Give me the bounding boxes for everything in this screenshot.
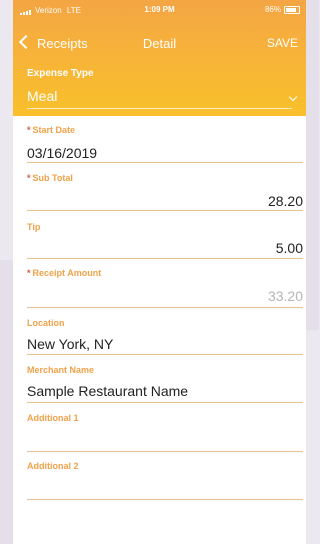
expense-type-label: Expense Type: [27, 68, 94, 79]
tip-input[interactable]: 5.00: [276, 240, 303, 256]
divider: [27, 210, 303, 211]
battery: 86%: [265, 5, 300, 14]
divider: [27, 162, 303, 163]
sub-total-input[interactable]: 28.20: [268, 193, 303, 209]
nav-bar: Receipts Detail SAVE: [13, 34, 306, 56]
battery-icon: [284, 5, 300, 14]
start-date-field[interactable]: * Start Date 03/16/2019: [27, 125, 303, 165]
additional-1-label: Additional 1: [27, 413, 79, 423]
merchant-name-field[interactable]: Merchant Name Sample Restaurant Name: [27, 365, 303, 405]
page-title: Detail: [142, 36, 177, 51]
sub-total-field[interactable]: * Sub Total 28.20: [27, 173, 303, 213]
battery-percent: 86%: [264, 5, 281, 14]
app-header: Verizon LTE 1:09 PM 86% Receipts Detail …: [13, 0, 306, 116]
divider: [27, 108, 292, 109]
start-date-label: * Start Date: [27, 125, 303, 135]
divider: [27, 307, 303, 308]
divider: [27, 258, 303, 259]
required-marker: *: [27, 268, 31, 278]
divider: [27, 402, 303, 403]
chevron-down-icon[interactable]: [288, 92, 298, 102]
location-label: Location: [27, 318, 65, 328]
status-time: 1:09 PM: [144, 5, 175, 14]
tip-label: Tip: [27, 222, 41, 232]
background-shape: [305, 0, 319, 330]
receipt-amount-label-text: Receipt Amount: [32, 268, 102, 278]
sub-total-label: * Sub Total: [27, 173, 303, 183]
divider: [27, 499, 303, 500]
save-button[interactable]: SAVE: [267, 36, 298, 50]
additional-2-label: Additional 2: [27, 461, 79, 471]
tip-field[interactable]: Tip 5.00: [27, 222, 303, 262]
receipt-amount-label: * Receipt Amount: [27, 268, 303, 278]
divider: [27, 451, 303, 452]
additional-2-field[interactable]: Additional 2: [27, 461, 303, 501]
location-field[interactable]: Location New York, NY: [27, 318, 303, 358]
merchant-name-label: Merchant Name: [27, 365, 95, 375]
required-marker: *: [27, 125, 31, 135]
background-shape: [0, 260, 14, 544]
receipt-amount-field: * Receipt Amount 33.20: [27, 268, 303, 308]
sub-total-label-text: Sub Total: [32, 173, 73, 183]
phone-screen: Verizon LTE 1:09 PM 86% Receipts Detail …: [13, 0, 306, 544]
status-bar: Verizon LTE 1:09 PM 86%: [13, 4, 306, 18]
required-marker: *: [27, 173, 31, 183]
receipt-amount-value: 33.20: [267, 288, 303, 304]
additional-1-field[interactable]: Additional 1: [27, 413, 303, 453]
merchant-name-input[interactable]: Sample Restaurant Name: [27, 383, 188, 399]
start-date-input[interactable]: 03/16/2019: [27, 145, 97, 161]
location-input[interactable]: New York, NY: [27, 336, 113, 352]
divider: [27, 354, 303, 355]
expense-type-select[interactable]: Meal: [27, 88, 57, 104]
start-date-label-text: Start Date: [32, 125, 76, 135]
